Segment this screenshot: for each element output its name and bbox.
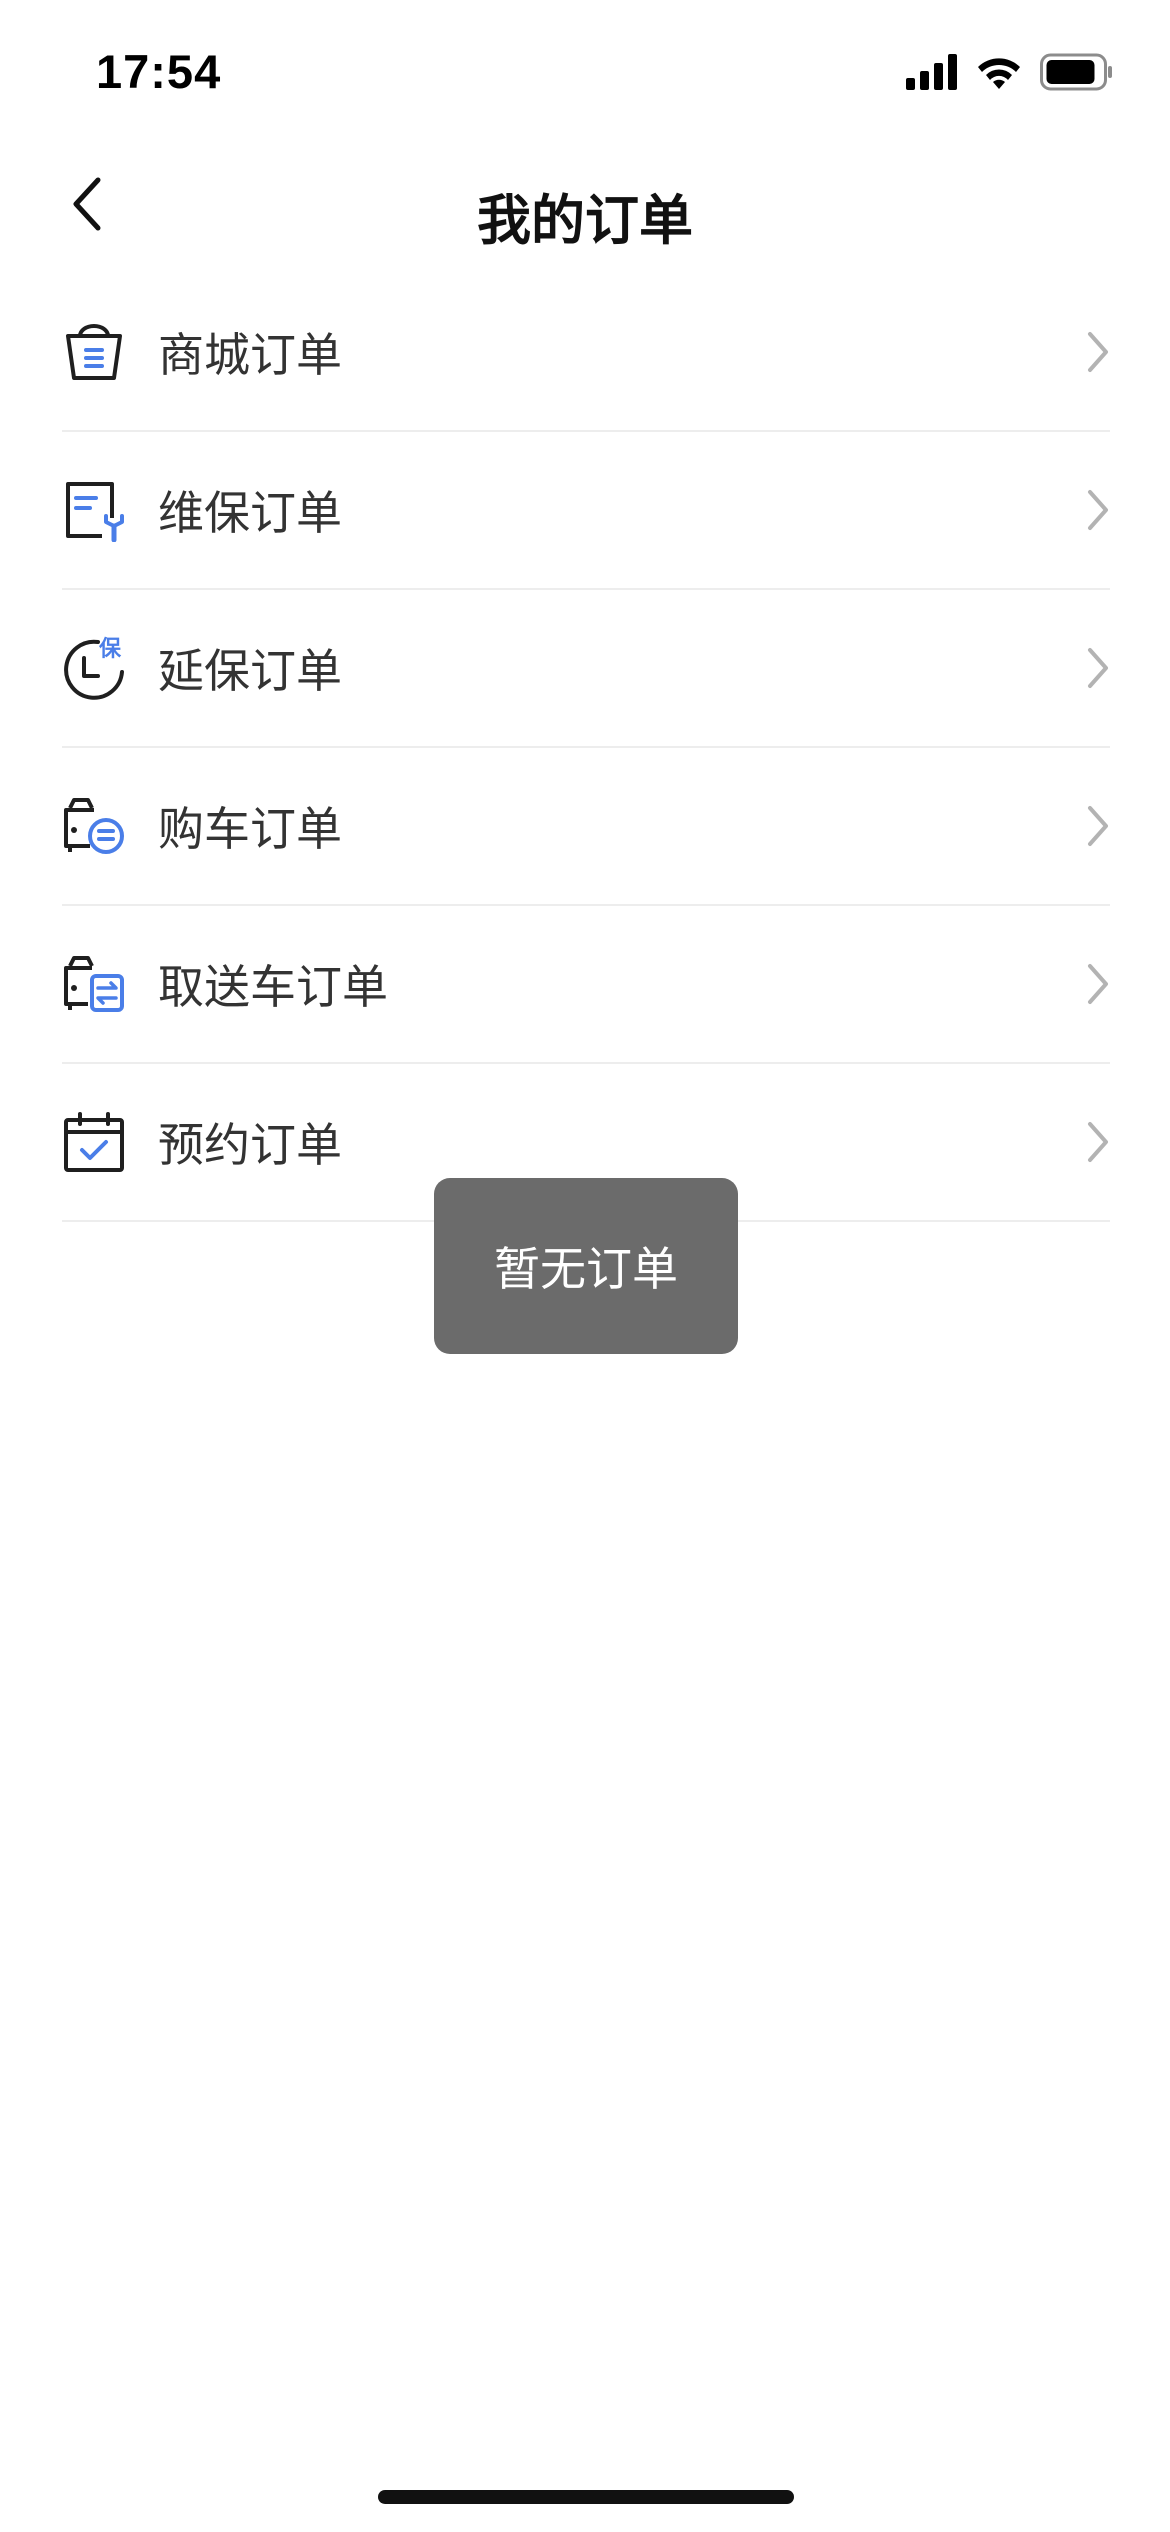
order-item-car-purchase[interactable]: 购车订单 xyxy=(62,748,1110,906)
home-indicator[interactable] xyxy=(378,2490,794,2504)
battery-icon xyxy=(1040,53,1114,95)
order-label: 商城订单 xyxy=(158,328,342,382)
car-purchase-icon xyxy=(62,794,126,858)
wifi-icon xyxy=(974,53,1024,95)
calendar-check-icon xyxy=(62,1110,126,1174)
status-bar: 17:54 xyxy=(0,0,1170,150)
order-item-extended-warranty[interactable]: 保 延保订单 xyxy=(62,590,1110,748)
shopping-bag-icon xyxy=(62,320,126,384)
order-list: 商城订单 维保订单 保 延保订单 购车订单 取送车订单 预约订单 xyxy=(62,274,1110,1222)
chevron-right-icon xyxy=(1070,960,1110,1008)
order-item-mall[interactable]: 商城订单 xyxy=(62,274,1110,432)
chevron-right-icon xyxy=(1070,328,1110,376)
svg-text:保: 保 xyxy=(98,637,122,662)
status-time: 17:54 xyxy=(96,45,222,98)
car-pickup-delivery-icon xyxy=(62,952,126,1016)
nav-bar: 我的订单 xyxy=(0,150,1170,260)
extended-warranty-clock-icon: 保 xyxy=(62,636,126,700)
empty-orders-toast: 暂无订单 xyxy=(434,1178,738,1354)
cellular-signal-icon xyxy=(906,54,958,94)
chevron-right-icon xyxy=(1070,1118,1110,1166)
order-item-maintenance[interactable]: 维保订单 xyxy=(62,432,1110,590)
chevron-right-icon xyxy=(1070,802,1110,850)
page-title: 我的订单 xyxy=(477,189,693,252)
toast-message: 暂无订单 xyxy=(494,1242,678,1296)
order-label: 延保订单 xyxy=(158,644,342,698)
status-icons xyxy=(906,52,1114,96)
order-label: 维保订单 xyxy=(158,486,342,540)
order-label: 购车订单 xyxy=(158,802,342,856)
chevron-right-icon xyxy=(1070,486,1110,534)
maintenance-document-icon xyxy=(62,478,126,542)
order-label: 取送车订单 xyxy=(158,960,388,1014)
order-label: 预约订单 xyxy=(158,1118,342,1172)
order-item-car-pickup-delivery[interactable]: 取送车订单 xyxy=(62,906,1110,1064)
chevron-right-icon xyxy=(1070,644,1110,692)
